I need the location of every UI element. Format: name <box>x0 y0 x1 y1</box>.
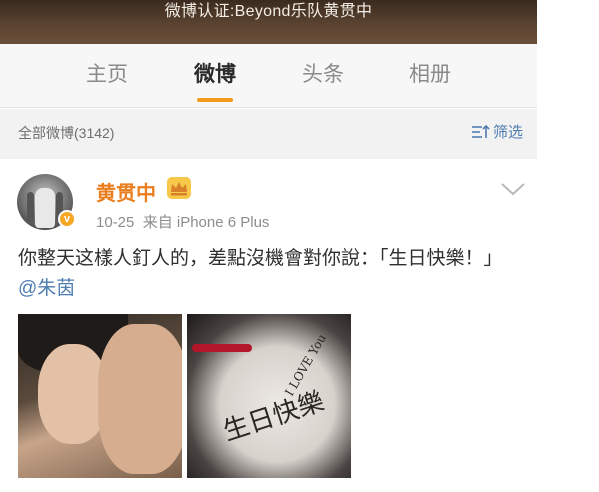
post-body: 你整天这樣人釘人的，差點沒機會對你說：「生日快樂！」 <box>18 248 503 269</box>
filter-bar: 全部微博(3142) 筛选 <box>0 109 537 151</box>
avatar-figure <box>35 188 55 228</box>
profile-banner: 微博认证:Beyond乐队黄贯中 <box>0 0 537 44</box>
tab-weibo[interactable]: 微博 <box>194 62 236 88</box>
avatar-arm-left <box>27 192 34 222</box>
photo-heart-drawing <box>192 344 252 352</box>
post-meta: 10-25 来自 iPhone 6 Plus <box>96 214 270 231</box>
profile-tabs: 主页 微博 头条 相册 <box>0 44 537 108</box>
filter-label: 筛选 <box>492 124 523 141</box>
plate-text-chinese: 生日快樂 <box>219 386 328 448</box>
mention-link[interactable]: @朱茵 <box>18 278 75 299</box>
verification-text: 微博认证:Beyond乐队黄贯中 <box>164 3 373 20</box>
tab-home[interactable]: 主页 <box>86 62 128 88</box>
post-username[interactable]: 黄贯中 <box>96 177 156 206</box>
active-tab-indicator <box>197 98 233 102</box>
all-posts-count: 全部微博(3142) <box>18 125 115 141</box>
filter-button[interactable]: 筛选 <box>470 121 523 142</box>
post-photo-2[interactable]: 生日快樂 I LOVE You <box>187 314 351 478</box>
tab-headlines[interactable]: 头条 <box>302 62 344 88</box>
filter-icon <box>471 124 490 138</box>
verified-badge-icon: v <box>58 210 76 228</box>
post-photo-1[interactable] <box>18 314 182 478</box>
crown-icon <box>167 177 191 199</box>
post-text: 你整天这樣人釘人的，差點沒機會對你說：「生日快樂！」 @朱茵 <box>18 244 508 304</box>
weibo-post: v 黄贯中 10-25 来自 iPhone 6 Plus 你整天这樣人釘人的，差… <box>0 159 537 492</box>
photo-face-man <box>98 324 182 474</box>
weibo-profile-screen: 微博认证:Beyond乐队黄贯中 主页 微博 头条 相册 全部微博(3142) … <box>0 0 537 492</box>
section-gap <box>0 151 537 159</box>
tab-album[interactable]: 相册 <box>409 62 451 88</box>
chevron-down-icon[interactable] <box>500 181 526 197</box>
